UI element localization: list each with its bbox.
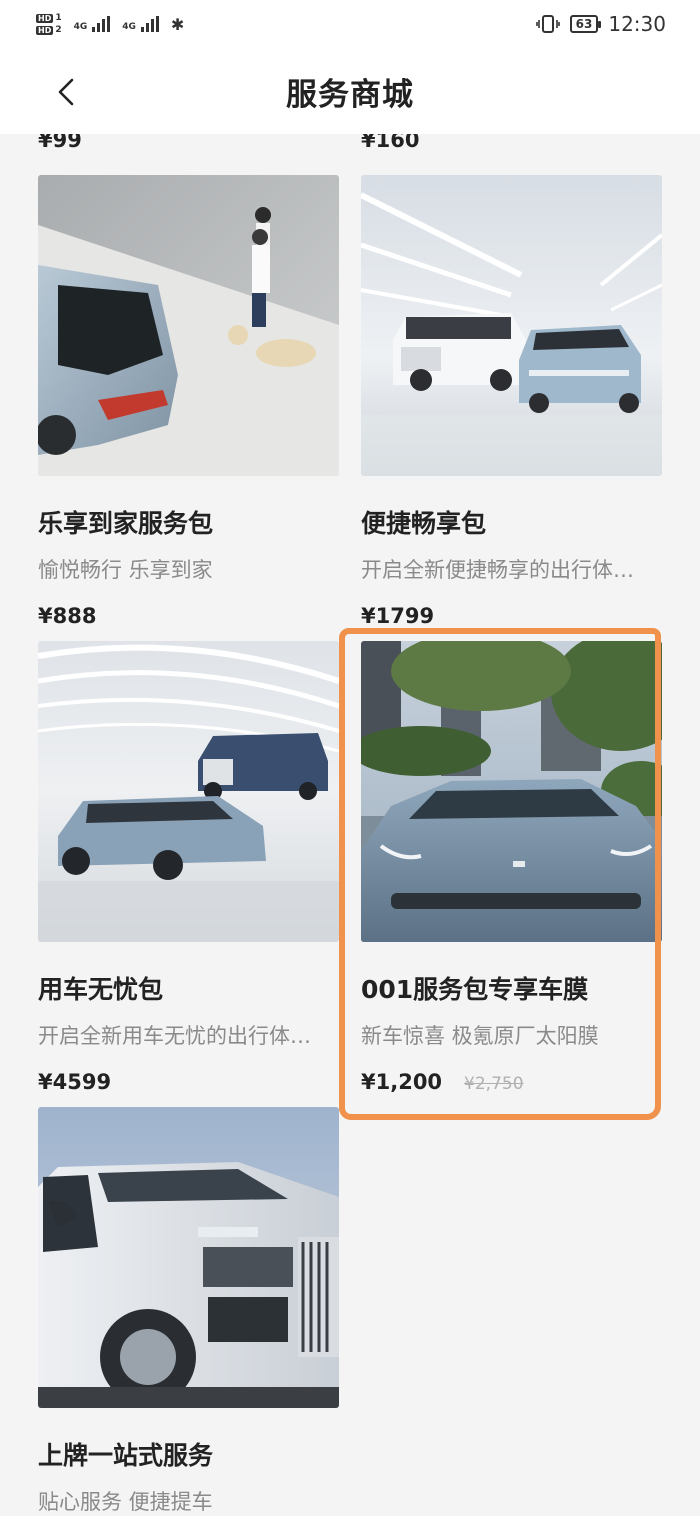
product-image[interactable] [38, 1107, 339, 1408]
product-card[interactable]: 上牌一站式服务 贴心服务 便捷提车 [38, 1107, 339, 1516]
product-title: 上牌一站式服务 [38, 1441, 214, 1470]
product-price: ¥1,200 [361, 1070, 443, 1094]
product-subtitle: 贴心服务 便捷提车 [38, 1490, 213, 1514]
hd-badge-1: HD 1 [36, 13, 62, 23]
signal-icon-2: 4G [122, 16, 159, 32]
product-price: ¥1799 [361, 604, 435, 628]
product-image[interactable] [361, 641, 662, 942]
product-grid[interactable]: ¥99 ¥160 乐享到家服务包 愉悦畅行 乐享到家 ¥888 便捷畅享包 开启… [0, 134, 700, 1516]
bluetooth-icon: ✱ [170, 14, 185, 34]
product-image[interactable] [38, 175, 339, 476]
product-card[interactable]: 便捷畅享包 开启全新便捷畅享的出行体… ¥1799 [361, 175, 662, 628]
hd-indicators: HD 1 HD 2 [36, 13, 62, 35]
product-image[interactable] [361, 175, 662, 476]
product-card[interactable]: 乐享到家服务包 愉悦畅行 乐享到家 ¥888 [38, 175, 339, 628]
clock: 12:30 [608, 12, 666, 36]
product-subtitle: 开启全新便捷畅享的出行体… [361, 558, 634, 582]
product-price: ¥888 [38, 604, 97, 628]
product-price: ¥4599 [38, 1070, 112, 1094]
battery-icon: 63 [569, 15, 602, 33]
product-image[interactable] [38, 641, 339, 942]
product-title: 用车无忧包 [38, 975, 164, 1004]
product-price: ¥99 [38, 134, 82, 152]
product-card[interactable]: 001服务包专享车膜 新车惊喜 极氪原厂太阳膜 ¥1,200 ¥2,750 [361, 641, 662, 1094]
product-subtitle: 开启全新用车无忧的出行体… [38, 1024, 311, 1048]
chevron-left-icon [58, 78, 74, 106]
back-button[interactable] [50, 76, 82, 108]
signal-icon-1: 4G [74, 16, 111, 32]
page-title: 服务商城 [286, 76, 414, 113]
product-title: 便捷畅享包 [361, 509, 487, 538]
product-subtitle: 新车惊喜 极氪原厂太阳膜 [361, 1024, 599, 1048]
product-title: 001服务包专享车膜 [361, 975, 589, 1004]
hd-badge-2: HD 2 [36, 25, 62, 35]
product-original-price: ¥2,750 [464, 1074, 524, 1094]
product-title: 乐享到家服务包 [38, 509, 214, 538]
product-subtitle: 愉悦畅行 乐享到家 [38, 558, 213, 582]
vibrate-icon [535, 14, 560, 34]
status-bar: HD 1 HD 2 4G 4G ✱ 63 12:30 [0, 0, 700, 48]
product-price: ¥160 [361, 134, 420, 152]
product-card[interactable]: 用车无忧包 开启全新用车无忧的出行体… ¥4599 [38, 641, 339, 1094]
app-header: 服务商城 [0, 48, 700, 134]
